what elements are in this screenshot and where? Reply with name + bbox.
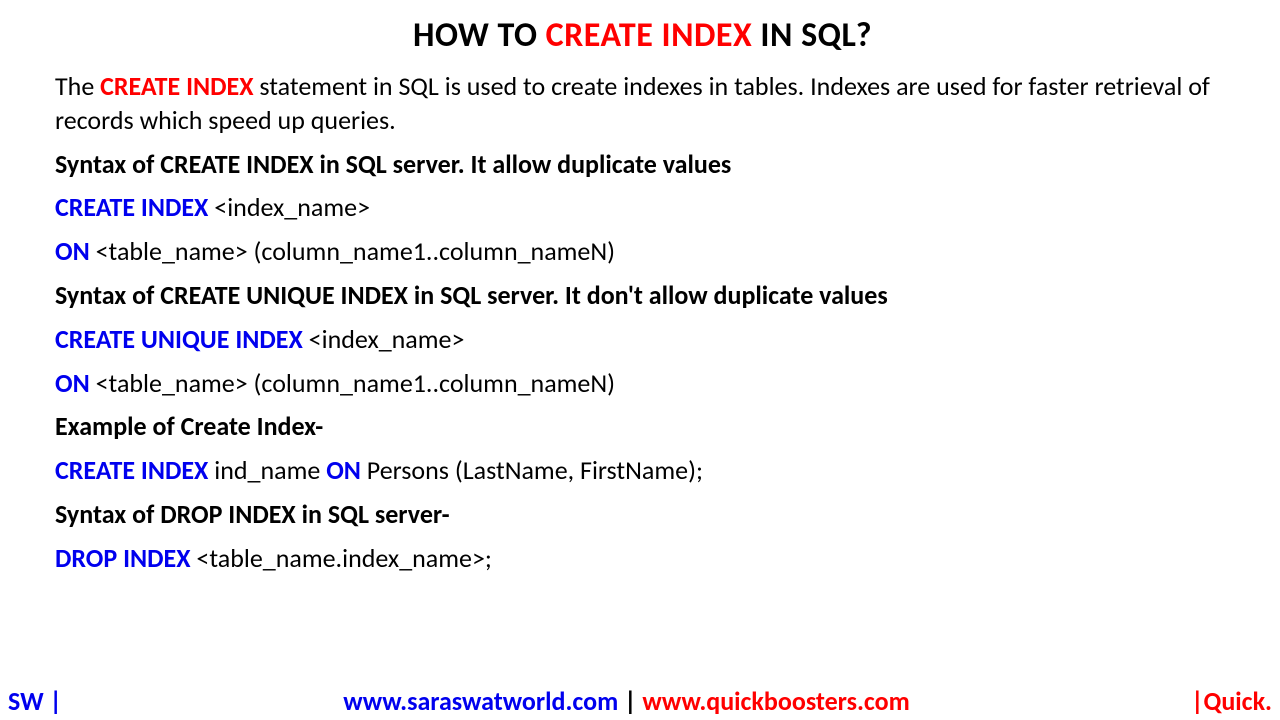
syntax1-line1-rest: <index_name> xyxy=(208,191,370,223)
title-highlight: CREATE INDEX xyxy=(546,15,753,56)
keyword-drop-index: DROP INDEX xyxy=(55,542,191,574)
keyword-on: ON xyxy=(55,235,90,267)
intro-text-1: The xyxy=(55,70,100,102)
keyword-create-unique-index: CREATE UNIQUE INDEX xyxy=(55,323,303,355)
drop-line: DROP INDEX <table_name.index_name>; xyxy=(55,542,1230,576)
document-content: HOW TO CREATE INDEX IN SQL? The CREATE I… xyxy=(0,0,1280,576)
syntax1-heading: Syntax of CREATE INDEX in SQL server. It… xyxy=(55,148,1230,182)
page-title: HOW TO CREATE INDEX IN SQL? xyxy=(55,15,1230,56)
footer-site1: www.saraswatworld.com xyxy=(343,685,618,717)
syntax2-line1: CREATE UNIQUE INDEX <index_name> xyxy=(55,323,1230,357)
example-kw1: CREATE INDEX xyxy=(55,454,208,486)
footer-center: www.saraswatworld.com | www.quickbooster… xyxy=(62,685,1191,717)
syntax2-line2-rest: <table_name> (column_name1..column_nameN… xyxy=(90,367,615,399)
drop-heading: Syntax of DROP INDEX in SQL server- xyxy=(55,498,1230,532)
syntax1-line2: ON <table_name> (column_name1..column_na… xyxy=(55,235,1230,269)
footer-pipe: | xyxy=(618,685,642,717)
drop-line-rest: <table_name.index_name>; xyxy=(191,542,492,574)
footer: SW | www.saraswatworld.com | www.quickbo… xyxy=(0,685,1280,717)
syntax1-line1: CREATE INDEX <index_name> xyxy=(55,191,1230,225)
title-part-1: HOW TO xyxy=(413,15,546,56)
syntax1-line2-rest: <table_name> (column_name1..column_nameN… xyxy=(90,235,615,267)
example-kw2: ON xyxy=(326,454,361,486)
syntax2-line1-rest: <index_name> xyxy=(303,323,465,355)
footer-site2: www.quickboosters.com xyxy=(642,685,909,717)
keyword-on-2: ON xyxy=(55,367,90,399)
footer-left: SW | xyxy=(8,685,62,717)
syntax2-line2: ON <table_name> (column_name1..column_na… xyxy=(55,367,1230,401)
syntax2-heading: Syntax of CREATE UNIQUE INDEX in SQL ser… xyxy=(55,279,1230,313)
title-part-3: IN SQL? xyxy=(752,15,872,56)
example-heading: Example of Create Index- xyxy=(55,410,1230,444)
example-mid1: ind_name xyxy=(208,454,326,486)
intro-keyword: CREATE INDEX xyxy=(100,70,253,102)
keyword-create-index: CREATE INDEX xyxy=(55,191,208,223)
footer-right: |Quick. xyxy=(1191,685,1272,717)
example-mid2: Persons (LastName, FirstName); xyxy=(361,454,703,486)
example-line: CREATE INDEX ind_name ON Persons (LastNa… xyxy=(55,454,1230,488)
intro-paragraph: The CREATE INDEX statement in SQL is use… xyxy=(55,70,1230,138)
